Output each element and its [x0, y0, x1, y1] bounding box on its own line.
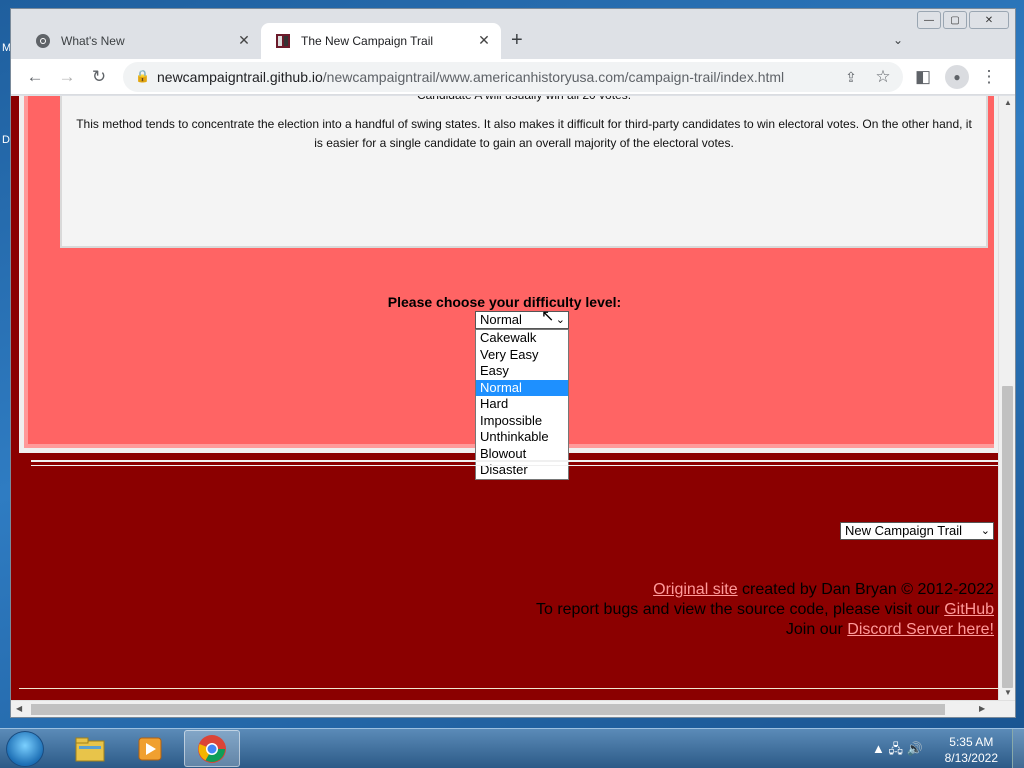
vertical-scrollbar[interactable]: ▲ ▼: [998, 96, 1015, 700]
scroll-up-icon[interactable]: ▲: [1004, 98, 1012, 107]
address-bar[interactable]: 🔒 newcampaigntrail.github.io/newcampaign…: [123, 62, 903, 92]
description-paragraph: This method tends to concentrate the ele…: [76, 117, 972, 150]
close-tab-icon[interactable]: ✕: [475, 32, 493, 49]
scroll-right-icon[interactable]: ▶: [979, 704, 985, 713]
tray-icons[interactable]: ▲ 🖧 🔊: [872, 740, 923, 762]
chevron-down-icon: ⌄: [555, 314, 565, 326]
campaign-trail-favicon-icon: [275, 33, 291, 49]
tab-strip: What's New ✕ The New Campaign Trail ✕ + …: [11, 9, 1015, 59]
discord-link[interactable]: Discord Server here!: [847, 621, 994, 638]
mod-selected-value: New Campaign Trail: [845, 523, 963, 538]
side-panel-icon[interactable]: ◧: [911, 65, 935, 89]
difficulty-selected-value: Normal: [480, 312, 522, 327]
description-paragraph: Candidate A will usually win all 20 vote…: [74, 96, 974, 105]
difficulty-label: Please choose your difficulty level:: [387, 294, 622, 310]
tab-whats-new[interactable]: What's New ✕: [21, 23, 261, 59]
tab-title: The New Campaign Trail: [301, 34, 434, 48]
page-viewport: Candidate A will usually win all 20 vote…: [11, 96, 998, 700]
tab-search-chevron-icon[interactable]: ⌄: [893, 33, 903, 47]
browser-toolbar: ← → ↻ 🔒 newcampaigntrail.github.io/newca…: [11, 59, 1015, 95]
scrollbar-thumb[interactable]: [31, 704, 945, 715]
footer-divider: [19, 688, 998, 689]
system-tray: ▲ 🖧 🔊 5:35 AM 8/13/2022: [864, 729, 1024, 768]
difficulty-option[interactable]: Normal: [476, 379, 568, 396]
chrome-icon: [35, 33, 51, 49]
horizontal-scrollbar[interactable]: ◀ ▶: [11, 700, 1015, 717]
chevron-down-icon: ⌄: [980, 525, 990, 537]
chrome-taskbar-icon[interactable]: [184, 730, 240, 767]
original-site-link[interactable]: Original site: [653, 581, 737, 598]
difficulty-option[interactable]: Very Easy: [476, 347, 568, 364]
difficulty-option[interactable]: Impossible: [476, 413, 568, 430]
credits-text: To report bugs and view the source code,…: [535, 601, 945, 618]
url-path: /newcampaigntrail/www.americanhistoryusa…: [322, 69, 785, 85]
new-tab-button[interactable]: +: [511, 29, 523, 52]
close-tab-icon[interactable]: ✕: [235, 32, 253, 49]
browser-menu-icon[interactable]: ⋮: [977, 65, 1001, 89]
credits-text: Join our: [785, 621, 848, 638]
file-explorer-icon[interactable]: [62, 730, 118, 767]
divider: [31, 465, 998, 466]
lock-icon[interactable]: 🔒: [135, 69, 150, 83]
scroll-down-icon[interactable]: ▼: [1004, 688, 1012, 697]
difficulty-select[interactable]: Normal ⌄: [475, 311, 569, 329]
url-host: newcampaigntrail.github.io: [157, 69, 323, 85]
maximize-button[interactable]: ▢: [943, 11, 967, 29]
minimize-button[interactable]: —: [917, 11, 941, 29]
back-button[interactable]: ←: [23, 65, 47, 89]
credits: Original site created by Dan Bryan © 201…: [434, 580, 994, 640]
divider: [31, 460, 998, 462]
profile-avatar[interactable]: ●: [945, 65, 969, 89]
scroll-left-icon[interactable]: ◀: [16, 704, 22, 713]
clock-date: 8/13/2022: [944, 751, 998, 765]
tab-campaign-trail[interactable]: The New Campaign Trail ✕: [261, 23, 501, 59]
show-desktop-button[interactable]: [1012, 729, 1024, 768]
description-box: Candidate A will usually win all 20 vote…: [60, 96, 988, 248]
difficulty-dropdown-list: Cakewalk Very Easy Easy Normal Hard Impossibl…: [475, 329, 569, 480]
taskbar: ▲ 🖧 🔊 5:35 AM 8/13/2022: [0, 728, 1024, 768]
difficulty-option[interactable]: Unthinkable: [476, 429, 568, 446]
mouse-cursor-icon: ↖: [541, 308, 555, 325]
close-window-button[interactable]: ✕: [969, 11, 1009, 29]
github-link[interactable]: GitHub: [944, 601, 994, 618]
tab-title: What's New: [61, 34, 125, 48]
browser-window: What's New ✕ The New Campaign Trail ✕ + …: [10, 8, 1016, 718]
difficulty-option[interactable]: Hard: [476, 396, 568, 413]
reload-button[interactable]: ↻: [87, 65, 111, 89]
bookmark-star-icon[interactable]: ☆: [871, 65, 895, 89]
desktop-icon-label: D: [2, 134, 10, 146]
difficulty-option[interactable]: Cakewalk: [476, 330, 568, 347]
forward-button[interactable]: →: [55, 65, 79, 89]
clock[interactable]: 5:35 AM 8/13/2022: [945, 734, 998, 766]
media-player-icon[interactable]: [122, 730, 178, 767]
share-icon[interactable]: ⇪: [839, 65, 863, 89]
mod-select[interactable]: New Campaign Trail ⌄: [840, 522, 994, 540]
start-button[interactable]: [6, 731, 44, 767]
clock-time: 5:35 AM: [949, 735, 994, 749]
credits-text: created by Dan Bryan © 2012-2022: [737, 581, 994, 598]
difficulty-option[interactable]: Easy: [476, 363, 568, 380]
scrollbar-thumb[interactable]: [1002, 386, 1013, 688]
